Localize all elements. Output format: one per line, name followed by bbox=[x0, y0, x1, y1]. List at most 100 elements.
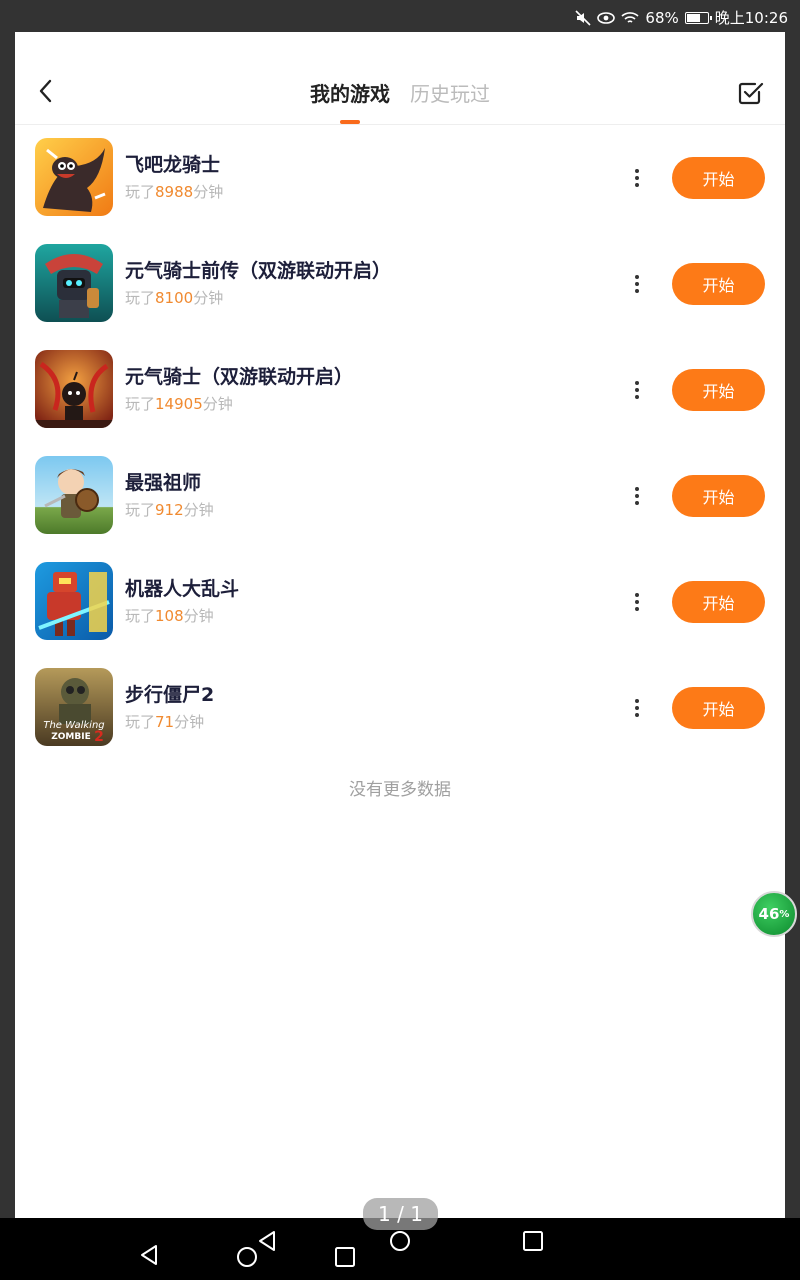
game-title: 飞吧龙骑士 bbox=[125, 154, 221, 176]
start-button[interactable]: 开始 bbox=[672, 475, 765, 517]
play-time-suffix: 分钟 bbox=[183, 607, 214, 625]
play-time-minutes: 14905 bbox=[155, 395, 203, 413]
start-button[interactable]: 开始 bbox=[672, 687, 765, 729]
more-dot bbox=[635, 487, 639, 491]
header: 我的游戏 历史玩过 bbox=[15, 32, 785, 125]
more-options-button[interactable] bbox=[627, 587, 647, 617]
more-dot bbox=[635, 395, 639, 399]
soul-knight-icon bbox=[35, 350, 113, 428]
active-tab-indicator bbox=[340, 120, 360, 124]
eye-icon bbox=[597, 11, 616, 25]
play-time-prefix: 玩了 bbox=[125, 713, 156, 731]
game-title: 元气骑士前传（双游联动开启） bbox=[125, 260, 392, 282]
battery-icon bbox=[684, 11, 712, 24]
play-time-suffix: 分钟 bbox=[193, 289, 224, 307]
battery-percent: 68% bbox=[645, 8, 679, 27]
mute-icon bbox=[575, 9, 591, 26]
more-options-button[interactable] bbox=[627, 269, 647, 299]
more-options-button[interactable] bbox=[627, 375, 647, 405]
floating-progress-badge[interactable]: 46% bbox=[751, 891, 797, 937]
end-of-list-text: 没有更多数据 bbox=[349, 780, 451, 800]
more-dot bbox=[635, 169, 639, 173]
play-time: 玩了108分钟 bbox=[125, 605, 214, 626]
more-dot bbox=[635, 282, 639, 286]
checkbox-edit-icon bbox=[738, 82, 764, 105]
icon-text-zombie: ZOMBIE bbox=[51, 732, 91, 742]
tab-bar: 我的游戏 历史玩过 bbox=[15, 78, 785, 124]
walking-zombie-icon: The Walking ZOMBIE 2 bbox=[35, 668, 113, 746]
tab-my-games-label: 我的游戏 bbox=[310, 82, 390, 106]
icon-text-number: 2 bbox=[94, 729, 104, 745]
game-title: 机器人大乱斗 bbox=[125, 578, 240, 600]
play-time-suffix: 分钟 bbox=[193, 183, 224, 201]
wifi-icon bbox=[621, 11, 639, 25]
play-time-suffix: 分钟 bbox=[183, 501, 214, 519]
more-dot bbox=[635, 388, 639, 392]
more-dot bbox=[635, 600, 639, 604]
play-time-minutes: 8100 bbox=[155, 289, 194, 307]
tab-my-games[interactable]: 我的游戏 bbox=[310, 78, 390, 124]
more-dot bbox=[635, 593, 639, 597]
home-circle-icon[interactable] bbox=[389, 1230, 411, 1252]
more-dot bbox=[635, 713, 639, 717]
more-dot bbox=[635, 706, 639, 710]
list-item[interactable]: 机器人大乱斗 玩了108分钟 开始 bbox=[15, 549, 785, 655]
more-options-button[interactable] bbox=[627, 693, 647, 723]
game-title: 步行僵尸2 bbox=[125, 684, 215, 706]
badge-value: 46 bbox=[758, 905, 780, 923]
more-dot bbox=[635, 501, 639, 505]
more-options-button[interactable] bbox=[627, 481, 647, 511]
start-button[interactable]: 开始 bbox=[672, 157, 765, 199]
play-time: 玩了14905分钟 bbox=[125, 393, 233, 414]
play-time-suffix: 分钟 bbox=[174, 713, 205, 731]
play-time-minutes: 108 bbox=[155, 607, 184, 625]
play-time: 玩了8988分钟 bbox=[125, 181, 223, 202]
recents-square-icon[interactable] bbox=[522, 1230, 544, 1252]
more-dot bbox=[635, 699, 639, 703]
game-list: 飞吧龙骑士 玩了8988分钟 开始 元气骑士前传（双游联动开启） 玩了8100分… bbox=[15, 125, 785, 761]
back-triangle-icon[interactable] bbox=[138, 1244, 160, 1266]
list-item[interactable]: The Walking ZOMBIE 2 步行僵尸2 玩了71分钟 开始 bbox=[15, 655, 785, 761]
list-item[interactable]: 最强祖师 玩了912分钟 开始 bbox=[15, 443, 785, 549]
robot-brawl-icon bbox=[35, 562, 113, 640]
page-indicator: 1 / 1 bbox=[363, 1198, 438, 1230]
clock: 晚上10:26 bbox=[714, 9, 788, 27]
dragon-rider-icon bbox=[35, 138, 113, 216]
status-bar: 68% 晚上10:26 bbox=[0, 0, 800, 32]
more-dot bbox=[635, 275, 639, 279]
start-button[interactable]: 开始 bbox=[672, 581, 765, 623]
list-item[interactable]: 飞吧龙骑士 玩了8988分钟 开始 bbox=[15, 125, 785, 231]
play-time: 玩了71分钟 bbox=[125, 711, 204, 732]
soul-knight-prequel-icon bbox=[35, 244, 113, 322]
play-time-minutes: 8988 bbox=[155, 183, 194, 201]
play-time-prefix: 玩了 bbox=[125, 183, 156, 201]
more-options-button[interactable] bbox=[627, 163, 647, 193]
tab-history-label: 历史玩过 bbox=[410, 82, 490, 106]
more-dot bbox=[635, 183, 639, 187]
play-time-prefix: 玩了 bbox=[125, 395, 156, 413]
list-item[interactable]: 元气骑士前传（双游联动开启） 玩了8100分钟 开始 bbox=[15, 231, 785, 337]
play-time-prefix: 玩了 bbox=[125, 501, 156, 519]
play-time-prefix: 玩了 bbox=[125, 289, 156, 307]
game-title: 最强祖师 bbox=[125, 472, 202, 494]
start-button[interactable]: 开始 bbox=[672, 369, 765, 411]
more-dot bbox=[635, 494, 639, 498]
play-time: 玩了912分钟 bbox=[125, 499, 214, 520]
play-time-minutes: 71 bbox=[155, 713, 175, 731]
more-dot bbox=[635, 289, 639, 293]
play-time: 玩了8100分钟 bbox=[125, 287, 223, 308]
manage-button[interactable] bbox=[737, 79, 765, 107]
more-dot bbox=[635, 176, 639, 180]
strongest-master-icon bbox=[35, 456, 113, 534]
list-item[interactable]: 元气骑士（双游联动开启） 玩了14905分钟 开始 bbox=[15, 337, 785, 443]
recents-square-icon[interactable] bbox=[334, 1246, 356, 1268]
more-dot bbox=[635, 607, 639, 611]
home-circle-icon[interactable] bbox=[236, 1246, 258, 1268]
tab-history[interactable]: 历史玩过 bbox=[410, 78, 490, 118]
play-time-suffix: 分钟 bbox=[202, 395, 233, 413]
badge-unit: % bbox=[779, 908, 790, 920]
back-triangle-icon[interactable] bbox=[256, 1230, 278, 1252]
play-time-minutes: 912 bbox=[155, 501, 184, 519]
app-panel: 我的游戏 历史玩过 飞吧龙骑士 玩了8988分钟 开始 元气骑士前传（双游联动开… bbox=[15, 32, 785, 1218]
start-button[interactable]: 开始 bbox=[672, 263, 765, 305]
